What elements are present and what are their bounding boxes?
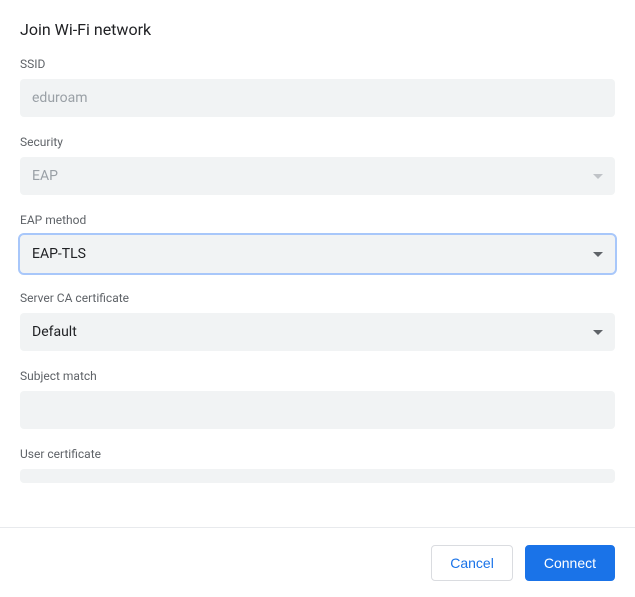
chevron-down-icon: [593, 330, 603, 335]
subject-match-input[interactable]: [20, 391, 615, 429]
chevron-down-icon: [593, 174, 603, 179]
user-certificate-label: User certificate: [20, 447, 615, 461]
wifi-join-dialog: Join Wi-Fi network SSID eduroam Security…: [0, 0, 635, 483]
subject-match-field: Subject match: [20, 369, 615, 429]
ssid-value: eduroam: [32, 90, 88, 106]
eap-method-label: EAP method: [20, 213, 615, 227]
server-ca-value: Default: [32, 324, 593, 340]
security-field: Security EAP: [20, 135, 615, 195]
server-ca-select[interactable]: Default: [20, 313, 615, 351]
user-certificate-field: User certificate: [20, 447, 615, 483]
ssid-field: SSID eduroam: [20, 57, 615, 117]
security-value: EAP: [32, 168, 593, 184]
security-label: Security: [20, 135, 615, 149]
server-ca-field: Server CA certificate Default: [20, 291, 615, 351]
eap-method-select[interactable]: EAP-TLS: [20, 235, 615, 273]
chevron-down-icon: [593, 252, 603, 257]
subject-match-label: Subject match: [20, 369, 615, 383]
ssid-label: SSID: [20, 57, 615, 71]
dialog-footer: Cancel Connect: [0, 527, 635, 597]
server-ca-label: Server CA certificate: [20, 291, 615, 305]
cancel-button[interactable]: Cancel: [431, 545, 513, 581]
user-certificate-select[interactable]: [20, 469, 615, 483]
connect-button[interactable]: Connect: [525, 545, 615, 581]
ssid-input: eduroam: [20, 79, 615, 117]
security-select: EAP: [20, 157, 615, 195]
eap-method-field: EAP method EAP-TLS: [20, 213, 615, 273]
eap-method-value: EAP-TLS: [32, 246, 593, 262]
dialog-title: Join Wi-Fi network: [20, 20, 615, 39]
